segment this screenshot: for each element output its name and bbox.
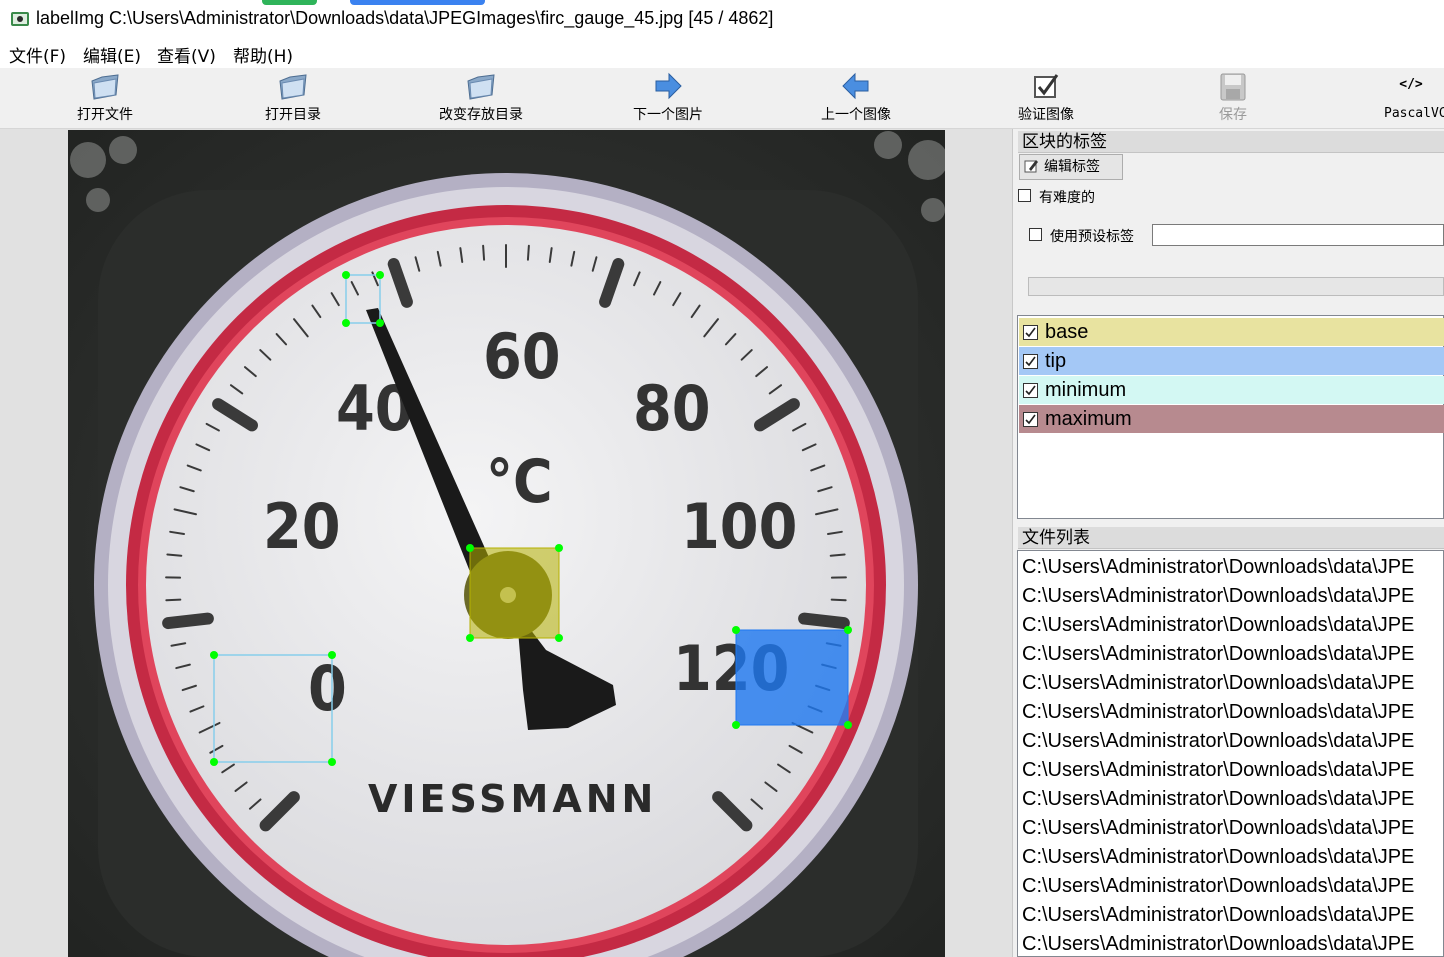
label-checkbox[interactable] (1023, 383, 1038, 398)
dial-tick (798, 612, 850, 630)
dial-number-100: 100 (681, 490, 797, 563)
code-icon: </> (1399, 77, 1423, 92)
label-name: minimum (1045, 379, 1127, 401)
label-item-minimum[interactable]: minimum (1019, 376, 1444, 404)
label-item-tip[interactable]: tip (1019, 347, 1444, 375)
dial-tick (526, 244, 530, 261)
label-checkbox[interactable] (1023, 354, 1038, 369)
file-item[interactable]: C:\Users\Administrator\Downloads\data\JP… (1022, 843, 1414, 872)
title-bar: labelImg C:\Users\Administrator\Download… (0, 0, 1444, 40)
change-save-dir-button[interactable]: 改变存放目录 (426, 68, 536, 126)
label-panel-header: 区块的标签 (1018, 131, 1444, 153)
app-icon (11, 12, 29, 26)
check-icon (1025, 327, 1036, 338)
dial-number-80: 80 (633, 372, 711, 445)
file-panel-header: 文件列表 (1018, 527, 1444, 549)
edit-icon (1024, 160, 1038, 173)
checkbox-icon (1034, 74, 1059, 98)
folder-open-icon (279, 74, 307, 100)
edit-label-button[interactable]: 编辑标签 (1019, 154, 1123, 180)
dial-tick (829, 553, 846, 557)
label-checkbox[interactable] (1023, 325, 1038, 340)
difficult-checkbox[interactable] (1018, 189, 1031, 202)
file-item[interactable]: C:\Users\Administrator\Downloads\data\JP… (1022, 872, 1414, 901)
folder-open-icon (91, 74, 119, 100)
save-icon (1220, 73, 1246, 101)
next-image-button[interactable]: 下一个图片 (622, 68, 714, 126)
menu-edit[interactable]: 编辑(E) (83, 42, 141, 67)
file-item[interactable]: C:\Users\Administrator\Downloads\data\JP… (1022, 756, 1414, 785)
use-default-label-checkbox[interactable] (1029, 228, 1042, 241)
annotation-maximum[interactable] (732, 626, 852, 729)
default-label-input[interactable] (1152, 224, 1444, 246)
save-button[interactable]: 保存 (1196, 68, 1270, 126)
next-image-label: 下一个图片 (633, 107, 703, 123)
file-item[interactable]: C:\Users\Administrator\Downloads\data\JP… (1022, 785, 1414, 814)
file-item[interactable]: C:\Users\Administrator\Downloads\data\JP… (1022, 930, 1414, 956)
menu-view[interactable]: 查看(V) (157, 42, 216, 67)
file-item[interactable]: C:\Users\Administrator\Downloads\data\JP… (1022, 611, 1414, 640)
label-item-maximum[interactable]: maximum (1019, 405, 1444, 433)
annotation-base[interactable] (466, 544, 563, 642)
window-title: labelImg C:\Users\Administrator\Download… (36, 8, 774, 28)
menu-help[interactable]: 帮助(H) (233, 42, 293, 67)
check-icon (1025, 414, 1036, 425)
format-toggle-button[interactable]: </> PascalVC (1378, 68, 1444, 126)
use-default-label-text: 使用预设标签 (1050, 229, 1134, 245)
file-item[interactable]: C:\Users\Administrator\Downloads\data\JP… (1022, 698, 1414, 727)
file-item[interactable]: C:\Users\Administrator\Downloads\data\JP… (1022, 901, 1414, 930)
open-file-button[interactable]: 打开文件 (60, 68, 150, 126)
arrow-left-icon (842, 72, 869, 100)
dial-tick (165, 598, 182, 602)
prev-image-button[interactable]: 上一个图像 (810, 68, 902, 126)
label-name: base (1045, 321, 1089, 343)
file-item[interactable]: C:\Users\Administrator\Downloads\data\JP… (1022, 669, 1414, 698)
change-save-dir-label: 改变存放目录 (439, 107, 523, 123)
file-item[interactable]: C:\Users\Administrator\Downloads\data\JP… (1022, 814, 1414, 843)
brand-logo: VIESSMANN (368, 777, 657, 821)
label-item-base[interactable]: base (1019, 318, 1444, 346)
file-item[interactable]: C:\Users\Administrator\Downloads\data\JP… (1022, 553, 1414, 582)
arrow-right-icon (655, 72, 682, 100)
label-checkbox[interactable] (1023, 412, 1038, 427)
prev-image-label: 上一个图像 (821, 107, 891, 123)
file-item[interactable]: C:\Users\Administrator\Downloads\data\JP… (1022, 582, 1414, 611)
dial-number-60: 60 (483, 320, 561, 393)
dial-number-20: 20 (263, 490, 341, 563)
file-item[interactable]: C:\Users\Administrator\Downloads\data\JP… (1022, 727, 1414, 756)
open-dir-button[interactable]: 打开目录 (248, 68, 338, 126)
open-dir-label: 打开目录 (265, 107, 321, 123)
dial-unit: °C (486, 447, 553, 517)
label-name: tip (1045, 350, 1067, 372)
verify-image-label: 验证图像 (1018, 107, 1074, 123)
label-name: maximum (1045, 408, 1132, 430)
save-label: 保存 (1219, 107, 1247, 123)
file-item[interactable]: C:\Users\Administrator\Downloads\data\JP… (1022, 640, 1414, 669)
verify-image-button[interactable]: 验证图像 (1000, 68, 1092, 126)
decorative-tab (262, 0, 317, 5)
menu-file[interactable]: 文件(F) (9, 42, 66, 67)
menu-bar: 文件(F) 编辑(E) 查看(V) 帮助(H) (0, 40, 1444, 68)
open-file-label: 打开文件 (77, 107, 133, 123)
dial-tick (166, 553, 183, 557)
progress-bar (1028, 277, 1444, 296)
difficult-label: 有难度的 (1039, 190, 1095, 206)
dial-number-0: 0 (308, 652, 347, 725)
file-list[interactable]: C:\Users\Administrator\Downloads\data\JP… (1017, 550, 1444, 957)
dial-tick (162, 612, 214, 630)
label-list[interactable]: base tip minimum maximum (1017, 315, 1444, 519)
check-icon (1025, 385, 1036, 396)
dial-tick (482, 244, 486, 261)
folder-open-icon (467, 74, 495, 100)
gauge-photo[interactable]: 0 20 40 60 80 100 120 °C VIESSMANN (68, 130, 945, 957)
format-label: PascalVC (1384, 106, 1444, 121)
toolbar: 打开文件 打开目录 改变存放目录 下一个图片 上一个图像 验证图像 保存 </>… (0, 68, 1444, 129)
edit-label-text: 编辑标签 (1044, 159, 1100, 175)
dial-tick (830, 598, 847, 602)
decorative-tab (350, 0, 485, 5)
check-icon (1025, 356, 1036, 367)
